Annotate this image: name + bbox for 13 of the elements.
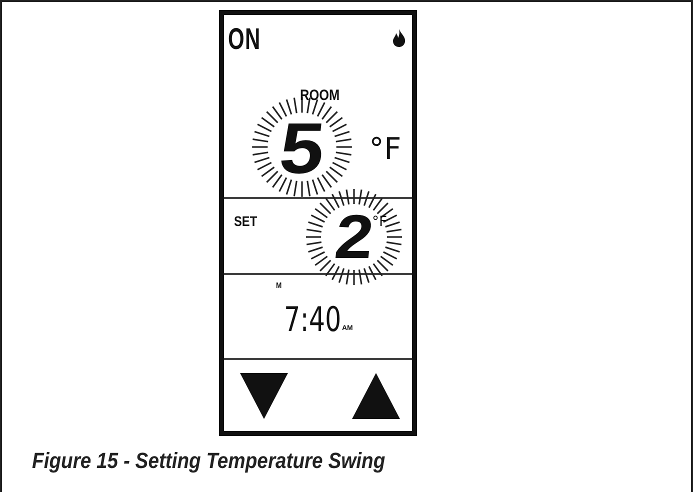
increase-button[interactable] [352,372,400,418]
set-label: SET [234,213,258,229]
mode-label: M [276,281,282,290]
status-text: ON [228,23,261,57]
figure-caption: Figure 15 - Setting Temperature Swing [32,448,386,474]
room-unit: °F [369,135,402,165]
room-label: ROOM [300,87,340,104]
clock-time: 7:40 [284,303,342,337]
set-unit: °F [372,215,388,229]
up-arrow-icon [352,372,400,418]
room-temperature-digit: 5 [276,113,328,185]
decrease-button[interactable] [240,372,288,418]
down-arrow-icon [240,372,288,418]
